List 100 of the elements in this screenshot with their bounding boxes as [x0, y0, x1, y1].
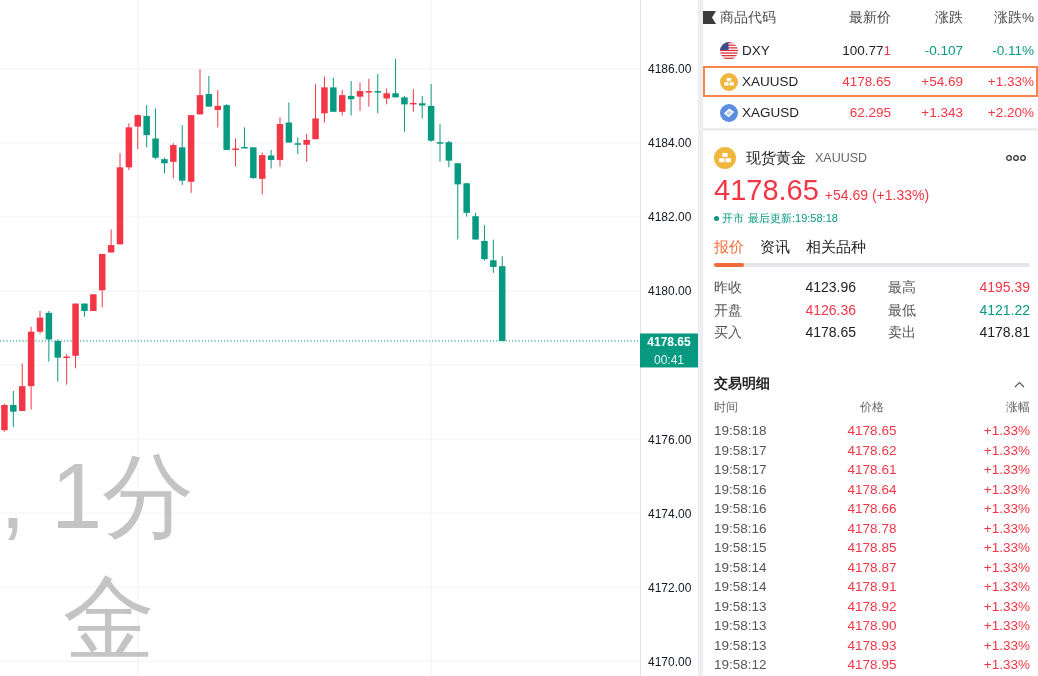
trade-time: 19:58:16	[714, 520, 767, 536]
candle	[152, 107, 159, 160]
axis-label: 4186.00	[648, 62, 692, 77]
column-header: 时间	[714, 398, 738, 416]
trade-price: 4178.95	[847, 657, 897, 673]
more-icon[interactable]	[1006, 155, 1026, 161]
axis-label: 4174.00	[648, 506, 692, 521]
trade-price: 4178.93	[847, 637, 897, 653]
trade-time: 19:58:15	[714, 540, 767, 556]
stat-value: 4126.36	[805, 300, 856, 320]
bars-coin-icon	[720, 72, 738, 91]
candle	[10, 390, 17, 428]
percent-change: +2.20%	[987, 105, 1034, 120]
trade-price: 4178.91	[847, 579, 897, 595]
symbol-code: XAUUSD	[742, 74, 799, 89]
trade-time: 19:58:17	[714, 442, 767, 458]
instrument-name: 现货黄金	[746, 148, 806, 168]
percent-change: -0.11%	[992, 43, 1034, 58]
bars-coin-icon	[714, 147, 736, 169]
trade-time: 19:58:16	[714, 481, 767, 497]
candle	[481, 224, 488, 262]
candle	[161, 157, 168, 174]
candle	[410, 88, 417, 113]
candle	[232, 137, 239, 168]
trade-time: 19:58:16	[714, 501, 767, 517]
trade-time: 19:58:12	[714, 657, 767, 673]
last-price: 4178.65	[842, 74, 891, 89]
countdown-timer: 00:41	[654, 352, 684, 367]
trade-change: +1.33%	[983, 559, 1030, 575]
trade-time: 19:58:13	[714, 598, 767, 614]
trade-time: 19:58:18	[714, 423, 767, 439]
section-title: 交易明细	[714, 375, 770, 393]
stat-value: 4178.81	[979, 323, 1030, 342]
column-header: 涨跌	[935, 8, 963, 27]
stat-value: 4195.39	[979, 278, 1030, 297]
trade-price: 4178.62	[847, 442, 897, 458]
candle	[241, 126, 248, 149]
stat-label: 昨收	[714, 278, 742, 297]
price-tag	[640, 333, 698, 368]
market-status: 开市	[722, 210, 744, 226]
tab[interactable]: 资讯	[760, 237, 790, 257]
tab[interactable]: 相关品种	[806, 237, 866, 257]
trade-change: +1.33%	[983, 481, 1030, 497]
watchlist-row[interactable]: XAGUSD 62.295 +1.343 +2.20%	[703, 97, 1038, 128]
ingot-coin-icon	[720, 103, 738, 122]
column-header: 涨幅	[1006, 398, 1030, 416]
trade-time: 19:58:13	[714, 618, 767, 634]
trade-change: +1.33%	[983, 462, 1030, 478]
candle	[490, 239, 497, 274]
trade-price: 4178.66	[847, 501, 897, 517]
candle	[1, 403, 8, 433]
axis-label: 4172.00	[648, 580, 692, 595]
axis-label: 4182.00	[648, 210, 692, 225]
active-tab-indicator	[714, 263, 744, 267]
stat-label: 买入	[714, 323, 742, 342]
trade-change: +1.33%	[983, 423, 1030, 439]
candle	[392, 58, 399, 98]
stat-value: 4178.65	[805, 323, 856, 342]
candle	[463, 182, 470, 218]
price-change: +54.69	[921, 74, 963, 89]
trade-change: +1.33%	[983, 618, 1030, 634]
trade-time: 19:58:17	[714, 462, 767, 478]
trade-change: +1.33%	[983, 442, 1030, 458]
candle	[383, 88, 390, 105]
trade-change: +1.33%	[983, 657, 1030, 673]
axis-label: 4176.00	[648, 432, 692, 447]
trade-change: +1.33%	[983, 501, 1030, 517]
trade-change: +1.33%	[983, 520, 1030, 536]
symbol-code: DXY	[742, 43, 770, 58]
candle	[401, 95, 408, 133]
percent-change: +1.33%	[987, 74, 1034, 89]
column-header: 涨跌%	[994, 8, 1034, 27]
axis-label: 4180.00	[648, 284, 692, 299]
axis-label: 4170.00	[648, 654, 692, 669]
trade-price: 4178.64	[847, 481, 897, 497]
column-header: 商品代码	[720, 8, 776, 27]
trade-price: 4178.65	[847, 423, 897, 439]
last-price: 4178.65	[714, 175, 819, 205]
watchlist-row[interactable]: XAUUSD 4178.65 +54.69 +1.33%	[703, 66, 1038, 97]
flag-icon	[703, 11, 716, 24]
column-header: 价格	[860, 398, 884, 416]
watchlist-row[interactable]: DXY 100.771 -0.107 -0.11%	[703, 35, 1038, 66]
chevron-up-icon[interactable]	[1014, 380, 1025, 388]
candle	[90, 293, 97, 312]
column-header: 最新价	[849, 8, 891, 27]
candle	[223, 103, 230, 151]
candle	[312, 83, 319, 140]
candle	[472, 212, 479, 240]
candle	[303, 133, 310, 163]
us-flag-icon	[720, 41, 738, 60]
candle	[72, 303, 79, 369]
trade-price: 4178.61	[847, 462, 897, 478]
trade-time: 19:58:14	[714, 579, 767, 595]
stat-value: 4123.96	[805, 278, 856, 297]
candle	[63, 353, 70, 386]
price-tag-value: 4178.65	[647, 334, 691, 349]
trade-price: 4178.92	[847, 598, 897, 614]
candle	[81, 303, 88, 318]
candle	[250, 146, 257, 180]
trade-price: 4178.87	[847, 559, 897, 575]
